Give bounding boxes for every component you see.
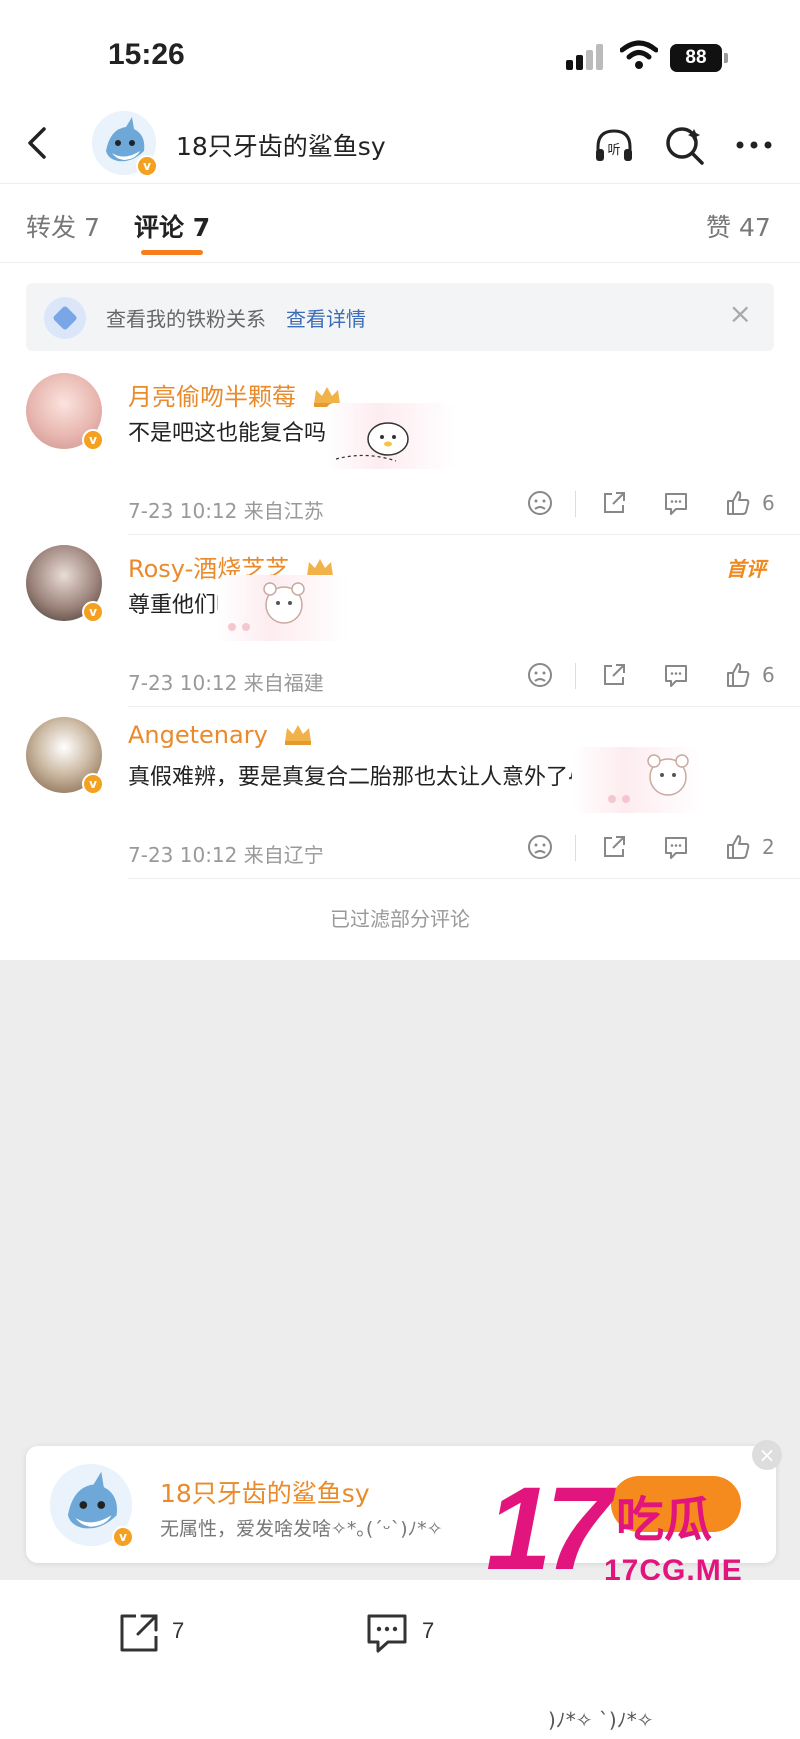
- stray-overlay-text: )ﾉ*✧ ˋ)ﾉ*✧: [548, 1708, 654, 1732]
- more-icon[interactable]: [732, 123, 776, 167]
- fan-banner-link[interactable]: 查看详情: [286, 303, 366, 332]
- comment-item: v Rosy-酒烧芝芝 首评 尊重他们吧 7-23 10:12 来自福建 6: [0, 535, 800, 707]
- filtered-notice: 已过滤部分评论: [330, 907, 470, 931]
- card-author-bio: 无属性，爱发啥发啥✧*｡(ˊᵕˋ)ﾉ*✧: [160, 1518, 443, 1540]
- tab-repost[interactable]: 转发 7: [26, 208, 100, 244]
- comment-text: 真假难辨，要是真复合二胎那也太让人意外了😭: [128, 765, 594, 790]
- comment-text: 不是吧这也能复合吗: [128, 421, 327, 446]
- verified-badge: v: [112, 1526, 134, 1548]
- comment-item: v Angetenary 真假难辨，要是真复合二胎那也太让人意外了😭 7-23 …: [0, 707, 800, 879]
- verified-badge: v: [82, 601, 104, 623]
- share-icon[interactable]: [600, 833, 628, 861]
- active-tab-indicator: [141, 250, 203, 255]
- first-comment-tag: 首评: [726, 557, 766, 581]
- fan-banner-text: 查看我的铁粉关系: [106, 307, 266, 331]
- comment-actions: 6: [520, 487, 780, 523]
- author-avatar[interactable]: v: [50, 1464, 134, 1548]
- search-icon[interactable]: [662, 123, 706, 167]
- reply-icon[interactable]: [662, 489, 690, 517]
- like-icon[interactable]: [724, 661, 752, 689]
- close-icon[interactable]: ×: [752, 1440, 782, 1470]
- comment-meta: 7-23 10:12 来自辽宁: [128, 843, 324, 867]
- commenter-name[interactable]: 月亮偷吻半颗莓: [128, 377, 342, 412]
- verified-badge: v: [136, 155, 158, 177]
- status-time: 15:26: [108, 38, 185, 71]
- svg-text:听: 听: [607, 143, 620, 158]
- cellular-signal-icon: [566, 44, 608, 70]
- card-author-name[interactable]: 18只牙齿的鲨鱼sy: [160, 1474, 370, 1510]
- verified-badge: v: [82, 773, 104, 795]
- watermark-title: 吃瓜: [616, 1492, 713, 1548]
- commenter-avatar[interactable]: v: [26, 373, 104, 451]
- battery-indicator: 88: [670, 44, 728, 72]
- like-count: 6: [762, 491, 775, 515]
- fan-relation-banner[interactable]: 查看我的铁粉关系 查看详情 ×: [26, 283, 774, 351]
- like-count: 6: [762, 663, 775, 687]
- author-avatar[interactable]: v: [92, 111, 158, 177]
- comment-count: 7: [422, 1618, 435, 1643]
- dislike-icon[interactable]: [526, 661, 554, 689]
- close-icon[interactable]: ×: [729, 299, 752, 329]
- like-icon[interactable]: [724, 833, 752, 861]
- commenter-avatar[interactable]: v: [26, 545, 104, 623]
- dislike-icon[interactable]: [526, 489, 554, 517]
- verified-badge: v: [82, 429, 104, 451]
- bottom-action-bar: 7 7 )ﾉ*✧ ˋ)ﾉ*✧: [0, 1580, 800, 1739]
- reply-icon[interactable]: [662, 661, 690, 689]
- page-title[interactable]: 18只牙齿的鲨鱼sy: [176, 127, 386, 163]
- status-bar: 15:26 88: [0, 0, 800, 105]
- sticker-image: [326, 403, 456, 469]
- watermark-number: 17: [486, 1463, 611, 1595]
- dog-sticker-icon: [335, 422, 409, 462]
- like-count: 2: [762, 835, 775, 859]
- chevron-left-icon: [28, 127, 46, 159]
- comment-actions: 2: [520, 831, 780, 867]
- bear-sticker-icon: [228, 582, 305, 631]
- share-icon[interactable]: [600, 661, 628, 689]
- divider: [575, 491, 576, 517]
- like-icon[interactable]: [724, 489, 752, 517]
- watermark-logo: 17 吃瓜 17CG.ME: [486, 1463, 786, 1595]
- back-button[interactable]: [18, 123, 58, 163]
- comment-meta: 7-23 10:12 来自福建: [128, 671, 324, 695]
- comment-icon[interactable]: [364, 1610, 410, 1656]
- comment-actions: 6: [520, 659, 780, 695]
- share-icon[interactable]: [600, 489, 628, 517]
- commenter-avatar[interactable]: v: [26, 717, 104, 795]
- commenter-name[interactable]: Angetenary: [128, 721, 313, 749]
- dislike-icon[interactable]: [526, 833, 554, 861]
- sticker-image: [218, 575, 348, 641]
- divider: [575, 835, 576, 861]
- tab-like[interactable]: 赞 47: [706, 208, 771, 244]
- tab-bar: 转发 7 评论 7 赞 47: [0, 183, 800, 263]
- wifi-icon: [620, 40, 658, 69]
- sticker-image: [572, 747, 702, 813]
- comment-meta: 7-23 10:12 来自江苏: [128, 499, 324, 523]
- comment-item: v 月亮偷吻半颗莓 不是吧这也能复合吗 7-23 10:12 来自江苏 6: [0, 363, 800, 535]
- reply-icon[interactable]: [662, 833, 690, 861]
- comment-list: 查看我的铁粉关系 查看详情 × v 月亮偷吻半颗莓 不是吧这也能复合吗 7-23…: [0, 263, 800, 960]
- listen-icon[interactable]: 听: [592, 123, 636, 167]
- repost-count: 7: [172, 1618, 185, 1643]
- row-divider: [128, 878, 800, 879]
- repost-icon[interactable]: [116, 1610, 162, 1656]
- tab-comment[interactable]: 评论 7: [134, 208, 210, 244]
- divider: [575, 663, 576, 689]
- diamond-icon: [44, 297, 86, 339]
- top-nav-bar: v 18只牙齿的鲨鱼sy 听: [0, 105, 800, 183]
- bear-sticker-icon: [608, 754, 689, 803]
- crown-badge-icon: [285, 725, 312, 745]
